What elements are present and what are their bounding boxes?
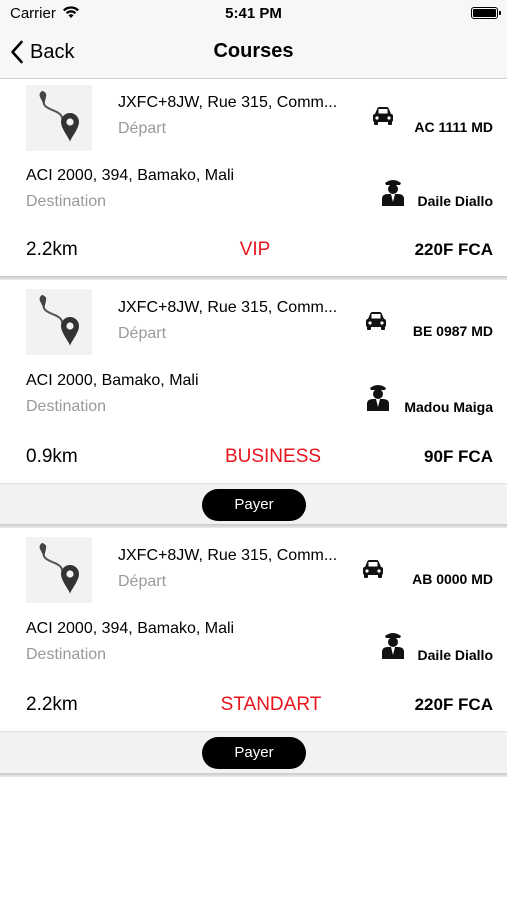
driver-icon (382, 633, 404, 659)
navigation-bar: Back Courses (0, 28, 507, 79)
destination-address: ACI 2000, 394, Bamako, Mali (26, 620, 235, 637)
destination-address: ACI 2000, 394, Bamako, Mali (26, 167, 235, 184)
course-type: VIP (239, 239, 271, 260)
driver-icon (382, 180, 404, 206)
course-price: 220F FCA (414, 695, 493, 714)
card-divider (0, 276, 507, 280)
clock: 5:41 PM (225, 5, 282, 22)
departure-address: JXFC+8JW, Rue 315, Comm... (118, 299, 338, 316)
car-icon (373, 107, 393, 125)
pay-button[interactable]: Payer (202, 737, 306, 769)
departure-address: JXFC+8JW, Rue 315, Comm... (118, 547, 338, 564)
destination-label: Destination (26, 193, 107, 210)
driver-name: Daile Diallo (417, 193, 493, 209)
departure-label: Départ (118, 573, 167, 590)
departure-label: Départ (118, 325, 167, 342)
card-divider (0, 524, 507, 528)
departure-address: JXFC+8JW, Rue 315, Comm... (118, 94, 338, 111)
battery-icon (471, 7, 501, 19)
destination-address: ACI 2000, Bamako, Mali (26, 372, 199, 389)
course-distance: 2.2km (26, 239, 78, 260)
destination-label: Destination (26, 646, 107, 663)
page-title: Courses (213, 40, 294, 62)
car-icon (363, 560, 383, 578)
status-bar: Carrier 5:41 PM (0, 0, 507, 28)
route-icon (26, 289, 92, 355)
course-card[interactable]: JXFC+8JW, Rue 315, Comm... Départ AB 000… (0, 531, 507, 777)
driver-name: Madou Maiga (404, 399, 493, 415)
course-type: BUSINESS (224, 446, 322, 467)
course-price: 90F FCA (424, 447, 493, 466)
vehicle-plate: AC 1111 MD (414, 119, 493, 135)
route-icon (26, 85, 92, 151)
course-card[interactable]: JXFC+8JW, Rue 315, Comm... Départ AC 111… (0, 79, 507, 280)
course-distance: 2.2km (26, 694, 78, 715)
course-card[interactable]: JXFC+8JW, Rue 315, Comm... Départ BE 098… (0, 283, 507, 528)
destination-label: Destination (26, 398, 107, 415)
pay-section: Payer (0, 483, 507, 528)
pay-button[interactable]: Payer (202, 489, 306, 521)
pay-section: Payer (0, 731, 507, 776)
course-distance: 0.9km (26, 446, 78, 467)
card-divider (0, 773, 507, 777)
driver-name: Daile Diallo (417, 647, 493, 663)
driver-icon (367, 385, 389, 411)
course-price: 220F FCA (414, 240, 493, 259)
vehicle-plate: AB 0000 MD (412, 571, 493, 587)
departure-label: Départ (118, 120, 167, 137)
course-type: STANDART (220, 694, 322, 715)
route-icon (26, 537, 92, 603)
vehicle-plate: BE 0987 MD (412, 323, 493, 339)
car-icon (366, 312, 386, 330)
